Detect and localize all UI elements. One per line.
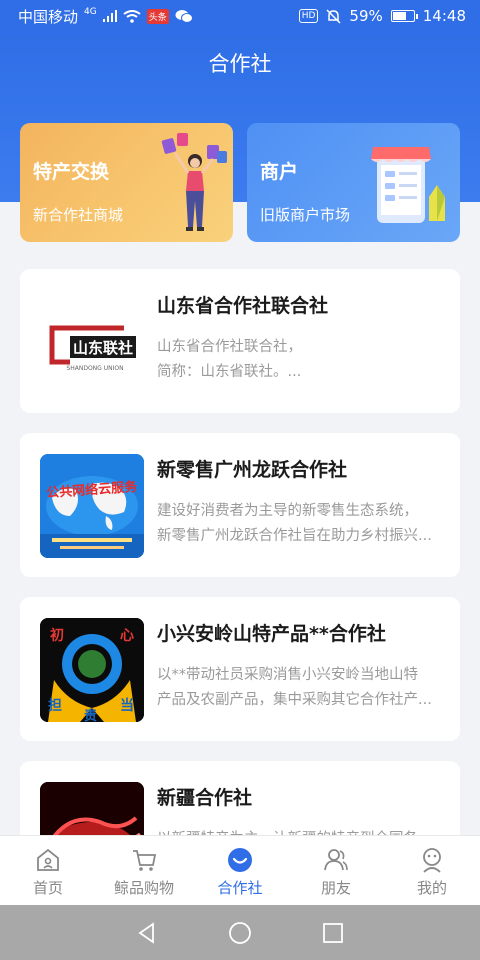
back-icon[interactable]: [135, 921, 159, 945]
coop-logo-char: 当: [120, 697, 134, 714]
promo-card-subtitle: 旧版商户市场: [260, 206, 351, 224]
bottom-tab-bar: 首页 鲸品购物 合作社 朋友 我的: [0, 835, 480, 905]
system-navigation-bar: [0, 905, 480, 960]
friends-icon: [324, 849, 348, 871]
coop-description: 以**带动社员采购消售小兴安岭当地山特 产品及农副产品，集中采购其它合作社产..…: [157, 667, 432, 708]
coop-logo-char: 心: [120, 628, 134, 644]
coop-name: 山东省合作社联合社: [157, 295, 329, 317]
coop-logo: 初 心 担 责 当: [40, 618, 144, 722]
tab-profile[interactable]: 我的: [384, 836, 480, 905]
coop-name: 新疆合作社: [157, 787, 253, 809]
wifi-icon: [123, 9, 141, 23]
tab-label: 朋友: [320, 879, 351, 897]
tab-label: 首页: [32, 879, 63, 897]
coop-icon: [228, 848, 252, 872]
mute-bell-icon: [326, 8, 341, 24]
news-app-badge: 头条: [146, 8, 169, 24]
promo-card-subtitle: 新合作社商城: [33, 206, 124, 224]
storefront-phone-illustration: [371, 147, 445, 223]
recent-apps-icon[interactable]: [321, 921, 345, 945]
promo-card-specialty-exchange[interactable]: 特产交换 新合作社商城: [20, 123, 233, 242]
tab-label: 鲸品购物: [113, 879, 174, 897]
tab-shopping[interactable]: 鲸品购物: [96, 836, 192, 905]
tab-friends[interactable]: 朋友: [288, 836, 384, 905]
status-bar: 中国移动 4G 头条 HD 59% 14:48: [0, 0, 480, 32]
profile-icon: [423, 848, 441, 873]
tab-label: 我的: [416, 879, 447, 897]
coop-logo-char: 初: [50, 627, 64, 644]
carrier-label: 中国移动: [18, 7, 79, 26]
battery-icon: [390, 10, 418, 22]
coop-logo: 山东联社 SHANDONG UNION: [40, 290, 144, 394]
cart-icon: [133, 850, 157, 871]
promo-card-title: 特产交换: [33, 161, 110, 183]
coop-description: 建设好消费者为主导的新零售生态系统， 新零售广州龙跃合作社旨在助力乡村振兴...: [157, 503, 432, 544]
promo-card-title: 商户: [260, 161, 299, 183]
signal-icon: [102, 10, 117, 22]
coop-logo: 公共网络云服务: [40, 454, 144, 558]
coop-description: 山东省合作社联合社， 简称：山东省联社。...: [157, 339, 302, 380]
network-type: 4G: [84, 7, 97, 17]
shopping-woman-illustration: [161, 133, 227, 231]
coop-name: 新零售广州龙跃合作社: [157, 459, 348, 481]
page-title: 合作社: [208, 52, 272, 76]
tab-coop[interactable]: 合作社: [192, 836, 288, 905]
tab-label: 合作社: [217, 879, 263, 897]
promo-card-merchant[interactable]: 商户 旧版商户市场: [247, 123, 460, 242]
tab-home[interactable]: 首页: [0, 836, 96, 905]
coop-logo-subtext: SHANDONG UNION: [66, 365, 123, 372]
clock: 14:48: [422, 7, 466, 25]
hd-icon: HD: [298, 9, 319, 23]
coop-list-item[interactable]: 公共网络云服务 新零售广州龙跃合作社 建设好消费者为主导的新零售生态系统， 新零…: [20, 433, 460, 577]
coop-logo-text: 山东联社: [73, 339, 133, 357]
coop-logo-char: 担: [48, 697, 62, 714]
coop-name: 小兴安岭山特产品**合作社: [157, 623, 386, 645]
coop-logo-char: 责: [84, 708, 97, 722]
coop-list-item[interactable]: 山东联社 SHANDONG UNION 山东省合作社联合社 山东省合作社联合社，…: [20, 269, 460, 413]
home-icon: [37, 848, 59, 871]
home-circle-icon[interactable]: [228, 921, 252, 945]
wechat-icon: [175, 9, 193, 23]
coop-list-item[interactable]: 初 心 担 责 当 小兴安岭山特产品**合作社 以**带动社员采购消售小兴安岭当…: [20, 597, 460, 741]
battery-percent: 59%: [349, 7, 383, 25]
